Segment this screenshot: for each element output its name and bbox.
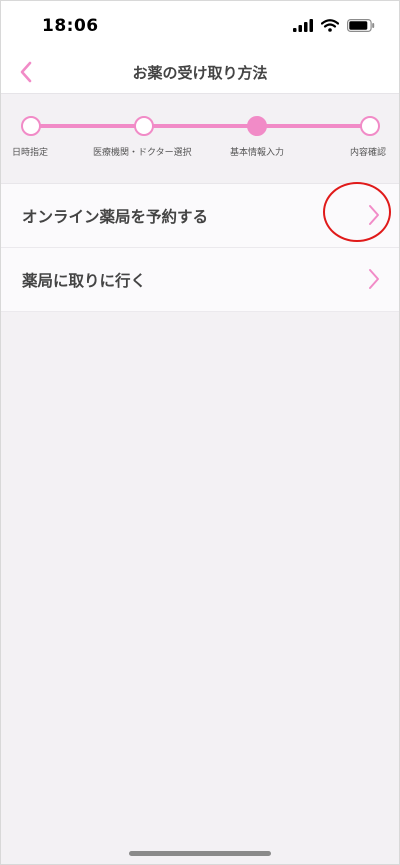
status-time: 18:06 xyxy=(42,16,99,36)
option-label: オンライン薬局を予約する xyxy=(22,207,209,226)
step-node-1 xyxy=(21,116,41,136)
step-node-3-current xyxy=(247,116,267,136)
app-screen: 18:06 お薬の受け取り方法 日時指定 医療機関・ドクター選択 基本情報入力 … xyxy=(0,0,400,865)
option-label: 薬局に取りに行く xyxy=(22,271,147,290)
option-pickup-at-pharmacy[interactable]: 薬局に取りに行く xyxy=(1,248,399,312)
status-icons xyxy=(293,19,375,32)
chevron-right-icon xyxy=(369,269,379,289)
page-title: お薬の受け取り方法 xyxy=(132,64,268,82)
step-label-4: 内容確認 xyxy=(350,148,387,158)
battery-icon xyxy=(347,19,375,32)
highlight-circle-annotation xyxy=(323,182,391,242)
step-node-4 xyxy=(360,116,380,136)
step-label-2: 医療機関・ドクター選択 xyxy=(93,148,192,158)
status-bar: 18:06 xyxy=(1,1,399,53)
wifi-icon xyxy=(321,19,339,32)
step-label-1: 日時指定 xyxy=(12,148,49,158)
home-indicator[interactable] xyxy=(129,851,271,856)
signal-icon xyxy=(293,19,313,32)
stepper-track xyxy=(31,124,371,128)
nav-bar: お薬の受け取り方法 xyxy=(1,53,399,94)
step-label-3: 基本情報入力 xyxy=(230,148,285,158)
progress-stepper: 日時指定 医療機関・ドクター選択 基本情報入力 内容確認 xyxy=(1,94,399,182)
step-node-2 xyxy=(134,116,154,136)
